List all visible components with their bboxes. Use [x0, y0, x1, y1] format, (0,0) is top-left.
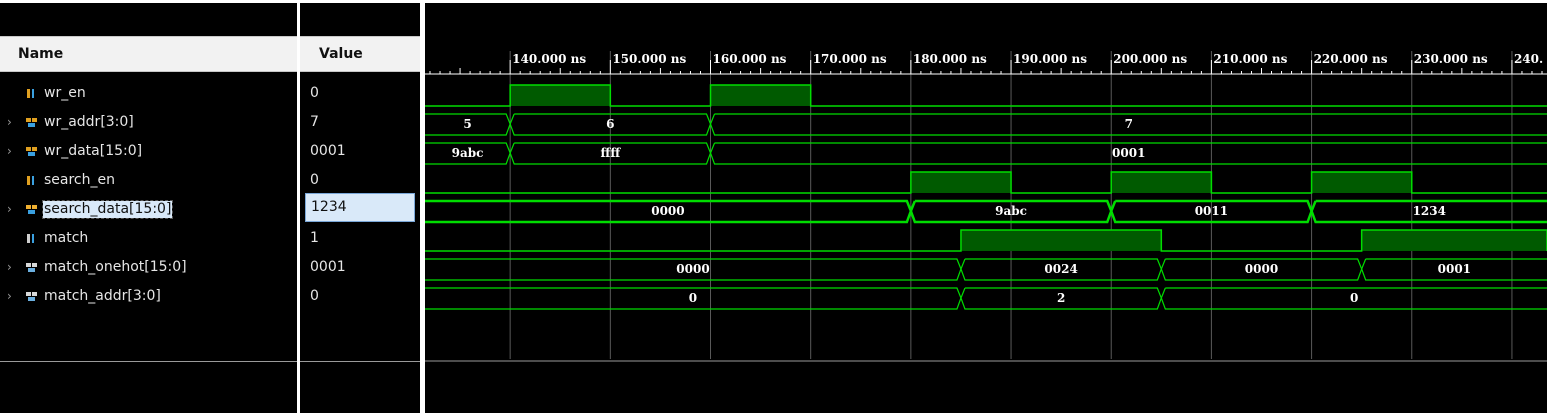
chevron-right-icon[interactable]: ›: [7, 202, 12, 216]
wave-high-fill-match: [1361, 230, 1547, 251]
time-tick-label: 240.: [1514, 52, 1543, 66]
signal-value: 1: [310, 230, 319, 246]
value-row-wr-en[interactable]: 0: [300, 79, 420, 108]
signal-name-label: wr_en: [44, 85, 86, 101]
bus-value-label: 5: [463, 117, 471, 131]
value-panel-divider: [300, 361, 420, 362]
signal-row-search-en[interactable]: search_en: [0, 166, 297, 195]
time-tick-label: 150.000 ns: [612, 52, 686, 66]
bus-value-label: 0: [689, 291, 697, 305]
value-row-search-en[interactable]: 0: [300, 166, 420, 195]
time-tick-label: 220.000 ns: [1314, 52, 1388, 66]
bus-value-label: 2: [1057, 291, 1065, 305]
signal-row-wr-data[interactable]: › wr_data[15:0]: [0, 137, 297, 166]
signal-value: 1234: [311, 199, 347, 215]
bus-signal-icon-highlighted: [26, 205, 37, 214]
bus-value-label: 0011: [1195, 204, 1228, 218]
wave-high-fill-wr-en: [710, 85, 811, 106]
time-tick-label: 170.000 ns: [813, 52, 887, 66]
bus-value-label: 9abc: [995, 204, 1027, 218]
bus-signal-icon: [26, 147, 37, 156]
value-row-search-data[interactable]: 1234: [305, 193, 415, 222]
wave-high-fill-match: [960, 230, 1162, 251]
waveform-panel[interactable]: 140.000 ns 150.000 ns 160.000 ns 170.000 ns…: [425, 3, 1547, 413]
value-row-match[interactable]: 1: [300, 224, 420, 253]
time-tick-label: 140.000 ns: [512, 52, 586, 66]
chevron-right-icon[interactable]: ›: [7, 115, 12, 129]
time-tick-label: 160.000 ns: [713, 52, 787, 66]
bus-value-label: 0001: [1438, 262, 1471, 276]
bus-signal-icon-white: [26, 292, 37, 301]
time-tick-label: 230.000 ns: [1414, 52, 1488, 66]
wave-high-fill-search-en: [1311, 172, 1412, 193]
signal-name-label: wr_addr[3:0]: [44, 114, 134, 130]
bit-signal-icon: [27, 89, 34, 98]
signal-value-panel: Value 0 7 0001 0 1234 1 0001 0: [300, 3, 420, 413]
chevron-right-icon[interactable]: ›: [7, 144, 12, 158]
bus-value-label: 9abc: [452, 146, 484, 160]
time-tick-label: 210.000 ns: [1213, 52, 1287, 66]
bus-value-label: 0024: [1044, 262, 1077, 276]
signal-row-match[interactable]: match: [0, 224, 297, 253]
signal-row-match-onehot[interactable]: › match_onehot[15:0]: [0, 253, 297, 282]
signal-value: 7: [310, 114, 319, 130]
bus-value-label: 0001: [1112, 146, 1145, 160]
value-row-wr-data[interactable]: 0001: [300, 137, 420, 166]
signal-value: 0: [310, 85, 319, 101]
bit-signal-icon-white: [27, 234, 34, 243]
value-row-match-addr[interactable]: 0: [300, 282, 420, 311]
name-panel-divider: [0, 361, 297, 362]
bus-value-label: 1234: [1413, 204, 1446, 218]
signal-row-wr-en[interactable]: wr_en: [0, 79, 297, 108]
bus-signal-icon: [26, 118, 37, 127]
bus-value-label: 6: [606, 117, 614, 131]
signal-name-label: match: [44, 230, 89, 246]
chevron-right-icon[interactable]: ›: [7, 260, 12, 274]
signal-name-label: match_onehot[15:0]: [44, 259, 187, 275]
signal-name-label: match_addr[3:0]: [44, 288, 161, 304]
signal-row-match-addr[interactable]: › match_addr[3:0]: [0, 282, 297, 311]
bus-value-label: 0000: [676, 262, 709, 276]
chevron-right-icon[interactable]: ›: [7, 289, 12, 303]
signal-name-label: wr_data[15:0]: [44, 143, 143, 159]
bus-value-label: 7: [1125, 117, 1133, 131]
wave-high-fill-search-en: [1111, 172, 1212, 193]
signal-name-label: search_en: [44, 172, 115, 188]
bit-signal-icon: [27, 176, 34, 185]
time-tick-label: 190.000 ns: [1013, 52, 1087, 66]
bus-value-label: 0000: [1245, 262, 1278, 276]
value-column-header[interactable]: Value: [300, 36, 420, 72]
name-header-label: Name: [18, 46, 64, 62]
waveform-canvas[interactable]: 140.000 ns 150.000 ns 160.000 ns 170.000 ns…: [425, 3, 1547, 413]
signal-value: 0: [310, 172, 319, 188]
signal-value: 0001: [310, 143, 346, 159]
bus-signal-icon-white: [26, 263, 37, 272]
signal-row-wr-addr[interactable]: › wr_addr[3:0]: [0, 108, 297, 137]
bus-value-label: 0000: [651, 204, 684, 218]
bus-value-label: ffff: [600, 146, 621, 160]
name-column-header[interactable]: Name: [0, 36, 297, 72]
time-tick-label: 200.000 ns: [1113, 52, 1187, 66]
signal-value: 0: [310, 288, 319, 304]
signal-row-search-data[interactable]: › search_data[15:0]: [0, 195, 297, 224]
signal-value: 0001: [310, 259, 346, 275]
value-row-match-onehot[interactable]: 0001: [300, 253, 420, 282]
wave-high-fill-wr-en: [510, 85, 611, 106]
value-header-label: Value: [319, 46, 363, 62]
value-row-wr-addr[interactable]: 7: [300, 108, 420, 137]
wave-high-fill-search-en: [910, 172, 1012, 193]
bus-value-label: 0: [1350, 291, 1358, 305]
signal-name-label: search_data[15:0]: [41, 200, 174, 219]
signal-name-panel: Name wr_en › wr_addr[3:0] › wr_data[15:0]sea…: [0, 3, 297, 413]
time-tick-label: 180.000 ns: [913, 52, 987, 66]
